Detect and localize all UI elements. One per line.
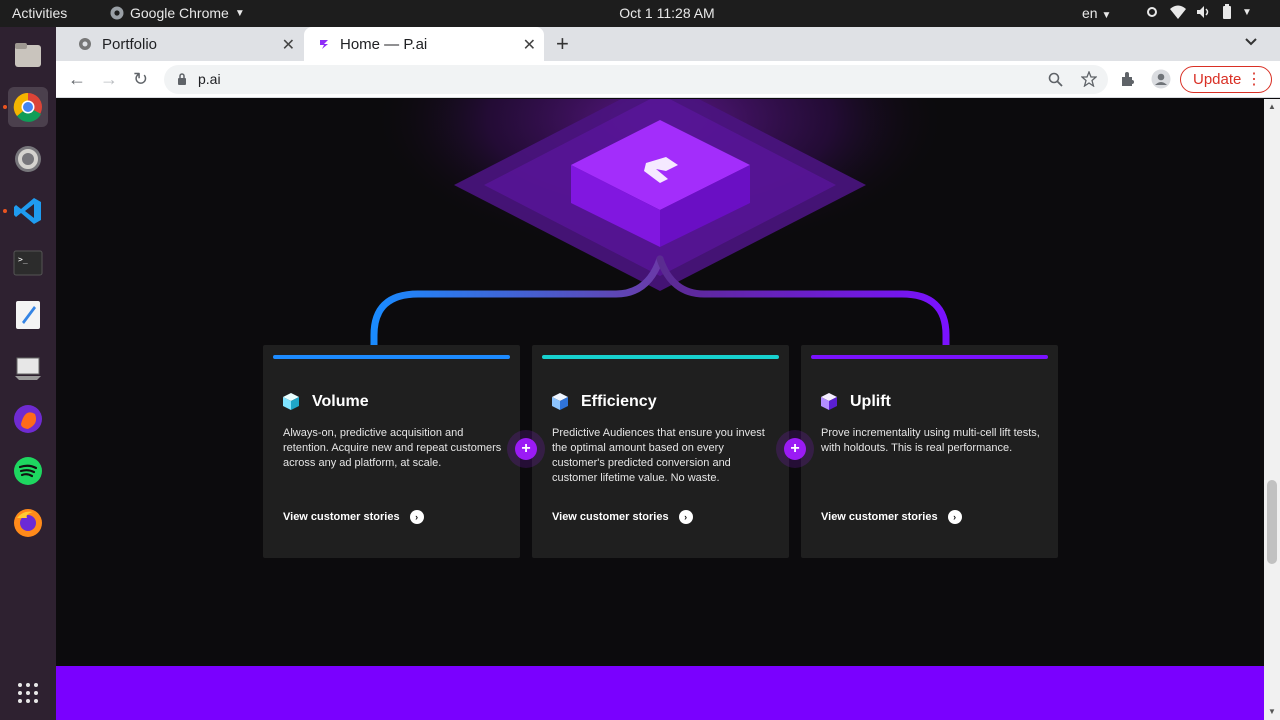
dock-firefox[interactable]	[8, 503, 48, 543]
system-top-bar: Activities Google Chrome ▼ Oct 1 11:28 A…	[0, 0, 1280, 27]
link-label: View customer stories	[821, 511, 938, 523]
extensions-icon[interactable]	[1120, 71, 1136, 87]
app-grid-icon	[18, 683, 38, 703]
card-volume: Volume Always-on, predictive acquisition…	[263, 345, 520, 558]
dock-firefox-dev[interactable]	[8, 399, 48, 439]
chevron-down-icon: ▼	[1242, 6, 1252, 18]
cube-icon	[552, 393, 568, 410]
view-customer-stories-link[interactable]: View customer stories ›	[283, 510, 424, 524]
reload-button[interactable]: ↻	[133, 69, 148, 90]
dock-spotify[interactable]	[8, 451, 48, 491]
scroll-down-icon[interactable]: ▼	[1268, 707, 1276, 716]
chrome-icon	[13, 92, 42, 122]
dock: >_	[0, 27, 56, 720]
zoom-icon[interactable]	[1048, 72, 1063, 87]
dock-terminal[interactable]: >_	[8, 243, 48, 283]
dock-vscode[interactable]	[8, 191, 48, 231]
brightness-icon	[1147, 7, 1157, 17]
view-customer-stories-link[interactable]: View customer stories ›	[552, 510, 693, 524]
dock-settings[interactable]	[8, 139, 48, 179]
svg-text:>_: >_	[18, 255, 28, 264]
folder-icon	[15, 43, 41, 67]
pai-logo-icon	[320, 40, 328, 49]
page-scrollbar[interactable]: ▲ ▼	[1264, 99, 1280, 720]
globe-icon	[79, 38, 91, 50]
plus-icon: +	[784, 438, 806, 460]
scroll-up-icon[interactable]: ▲	[1268, 102, 1276, 111]
close-icon[interactable]: ✕	[282, 35, 295, 55]
tab-strip: Portfolio ✕ Home — P.ai ✕ +	[56, 27, 1280, 61]
scrollbar-thumb[interactable]	[1267, 480, 1277, 564]
system-status-area[interactable]: ▼	[1144, 4, 1252, 20]
language-label: en	[1082, 5, 1098, 21]
card-title: Volume	[312, 393, 369, 410]
card-title: Uplift	[850, 393, 891, 410]
dock-files[interactable]	[8, 35, 48, 75]
cube-icon	[283, 393, 299, 410]
plus-icon: +	[515, 438, 537, 460]
firefox-developer-icon	[14, 405, 42, 433]
page-content: Volume Always-on, predictive acquisition…	[56, 99, 1264, 720]
language-indicator[interactable]: en ▼	[1082, 5, 1111, 21]
wifi-icon	[1170, 5, 1186, 19]
star-icon[interactable]	[1081, 71, 1097, 87]
tab-home[interactable]: Home — P.ai ✕	[304, 27, 544, 61]
chevron-down-icon: ▼	[1101, 10, 1112, 21]
more-vert-icon: ⋮	[1246, 71, 1262, 88]
install-icon	[15, 357, 41, 380]
cube-icon	[821, 393, 837, 410]
card-accent-bar	[542, 355, 779, 359]
lock-icon[interactable]	[177, 73, 187, 85]
firefox-icon	[14, 509, 42, 537]
tab-portfolio[interactable]: Portfolio ✕	[70, 27, 303, 61]
forward-button[interactable]: →	[100, 69, 118, 90]
arrow-right-icon: ›	[409, 510, 424, 524]
chevron-down-icon[interactable]	[1244, 35, 1258, 49]
close-icon[interactable]: ✕	[523, 35, 536, 55]
card-uplift: Uplift Prove incrementality using multi-…	[801, 345, 1058, 558]
battery-icon	[1223, 4, 1231, 19]
card-description: Predictive Audiences that ensure you inv…	[552, 427, 765, 484]
url-text: p.ai	[198, 71, 221, 87]
link-label: View customer stories	[552, 511, 669, 523]
tab-title: Home — P.ai	[340, 35, 428, 53]
link-label: View customer stories	[283, 511, 400, 523]
terminal-icon: >_	[13, 250, 43, 276]
dock-chrome[interactable]	[8, 87, 48, 127]
profile-avatar-icon[interactable]	[1151, 69, 1171, 89]
show-applications-button[interactable]	[8, 673, 48, 713]
card-description: Always-on, predictive acquisition and re…	[283, 427, 502, 469]
card-accent-bar	[811, 355, 1048, 359]
browser-toolbar: ← → ↻ p.ai Update ⋮	[56, 61, 1280, 98]
card-accent-bar	[273, 355, 510, 359]
view-customer-stories-link[interactable]: View customer stories ›	[821, 510, 962, 524]
card-efficiency: Efficiency Predictive Audiences that ens…	[532, 345, 789, 558]
volume-icon	[1197, 6, 1209, 18]
address-bar[interactable]: p.ai	[164, 65, 1108, 94]
spotify-icon	[14, 457, 42, 485]
tab-title: Portfolio	[102, 35, 158, 53]
gear-icon	[15, 146, 41, 172]
back-button[interactable]: ←	[68, 69, 86, 90]
text-editor-icon	[16, 301, 40, 329]
card-description: Prove incrementality using multi-cell li…	[821, 427, 1040, 454]
vscode-icon	[14, 198, 41, 224]
new-tab-button[interactable]: +	[556, 31, 569, 57]
dock-text-editor[interactable]	[8, 295, 48, 335]
arrow-right-icon: ›	[947, 510, 962, 524]
card-title: Efficiency	[581, 393, 657, 410]
dock-screenshot-app[interactable]	[8, 347, 48, 387]
update-label: Update	[1193, 71, 1242, 88]
arrow-right-icon: ›	[678, 510, 693, 524]
update-button[interactable]: Update ⋮	[1180, 66, 1272, 93]
purple-section-band	[56, 666, 1264, 720]
